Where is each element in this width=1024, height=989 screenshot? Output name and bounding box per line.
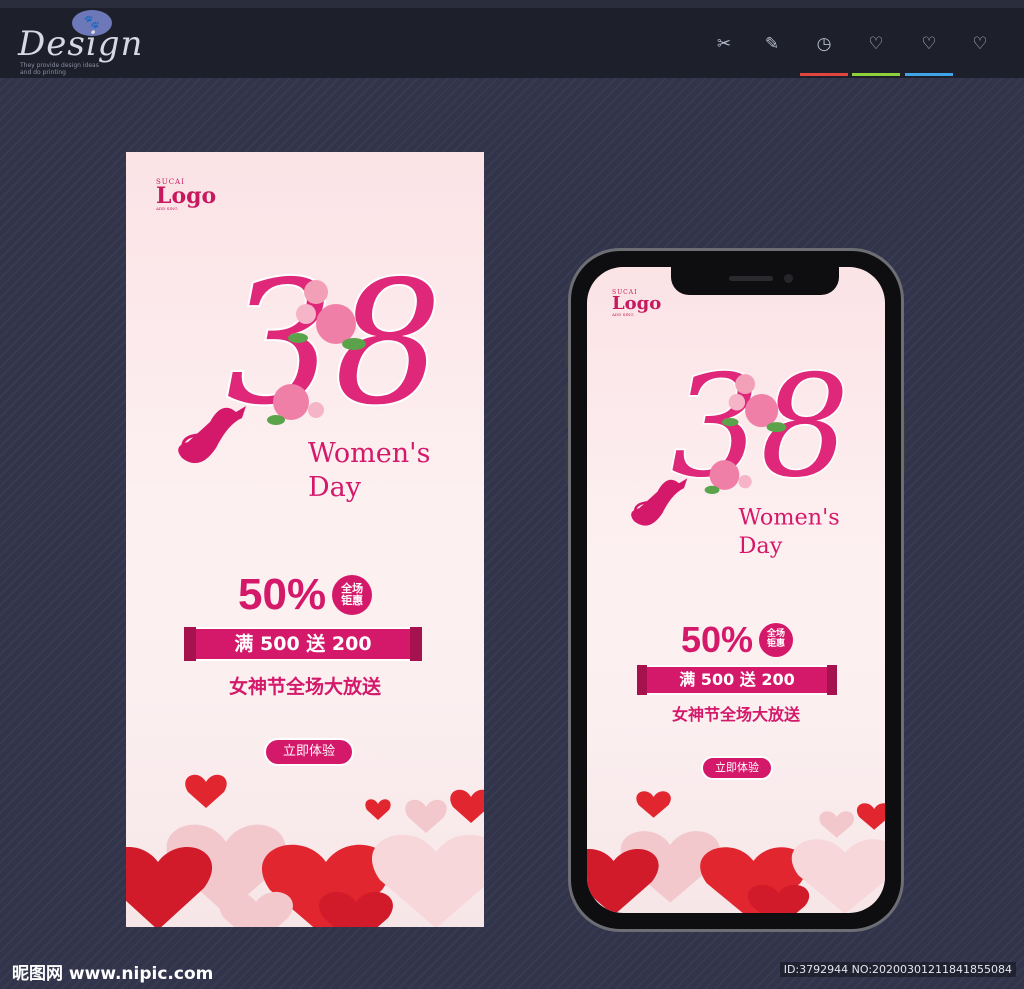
badge-line2: 钜惠: [767, 639, 786, 649]
discount-row: 50% 全场 钜惠: [238, 570, 373, 620]
discount-row: 50% 全场 钜惠: [681, 619, 794, 661]
logo-big-text: Logo: [612, 293, 662, 314]
subtitle-text: 女神节全场大放送: [671, 705, 800, 724]
accent-bar-blue: [905, 73, 953, 76]
percent-text: 50%: [681, 619, 754, 660]
heart-plus-icon[interactable]: ♡: [905, 30, 953, 76]
womens-day-artwork: 38 Women's Day: [178, 252, 444, 503]
title-line1: Women's: [308, 438, 430, 469]
logo-tagline: They provide design ideas and do printin…: [20, 62, 99, 76]
phone-mockup: SUCAI Logo ADD SING 38 Women's Day 50% 全…: [568, 248, 904, 932]
ribbon-text: 满 500 送 200: [647, 665, 827, 695]
accent-bar-red: [800, 73, 848, 76]
check-circle-icon[interactable]: ◷: [800, 30, 848, 76]
logo-wordmark: Design: [18, 24, 144, 64]
logo-big-text: Logo: [156, 183, 217, 209]
hearts-decoration: [587, 791, 885, 913]
badge-line1: 全场: [341, 581, 364, 595]
subtitle-text: 女神节全场大放送: [228, 676, 381, 698]
scissors-icon[interactable]: ✂: [700, 30, 748, 76]
title-line2: Day: [739, 533, 783, 559]
percent-text: 50%: [238, 570, 327, 619]
badge-line2: 钜惠: [341, 594, 364, 607]
title-line1: Women's: [739, 505, 840, 531]
heart-icon[interactable]: ♡: [852, 30, 900, 76]
poster-logo: SUCAI Logo ADD SING: [156, 178, 216, 211]
badge-line1: 全场: [767, 629, 786, 640]
poster-flat: SUCAI Logo ADD SING 38 Women's Day 50% 全…: [126, 152, 484, 927]
accent-bar-green: [852, 73, 900, 76]
big-number: 38: [671, 351, 850, 509]
hearts-decoration: [126, 774, 484, 927]
phone-notch: [671, 267, 839, 295]
womens-day-artwork: 38 Women's Day: [631, 351, 851, 559]
heart-minus-icon[interactable]: ♡: [956, 30, 1004, 76]
image-id: ID:3792944 NO:20200301211841855084: [779, 962, 1016, 977]
promo-ribbon: 满 500 送 200: [637, 665, 837, 695]
big-number: 38: [226, 252, 442, 443]
top-bar: 🐾 Design They provide design ideas and d…: [0, 0, 1024, 78]
pencil-icon[interactable]: ✎: [748, 30, 796, 76]
discount-badge: 全场 钜惠: [332, 575, 373, 615]
ribbon-text: 满 500 送 200: [196, 627, 410, 661]
discount-badge: 全场 钜惠: [759, 623, 794, 657]
poster-logo: SUCAI Logo ADD SING: [612, 289, 661, 317]
promo-ribbon: 满 500 送 200: [184, 627, 422, 661]
site-logo[interactable]: 🐾 Design They provide design ideas and d…: [16, 10, 146, 76]
site-watermark: 昵图网 www.nipic.com: [12, 964, 214, 984]
poster-phone: SUCAI Logo ADD SING 38 Women's Day 50% 全…: [587, 267, 885, 913]
title-line2: Day: [308, 472, 362, 503]
